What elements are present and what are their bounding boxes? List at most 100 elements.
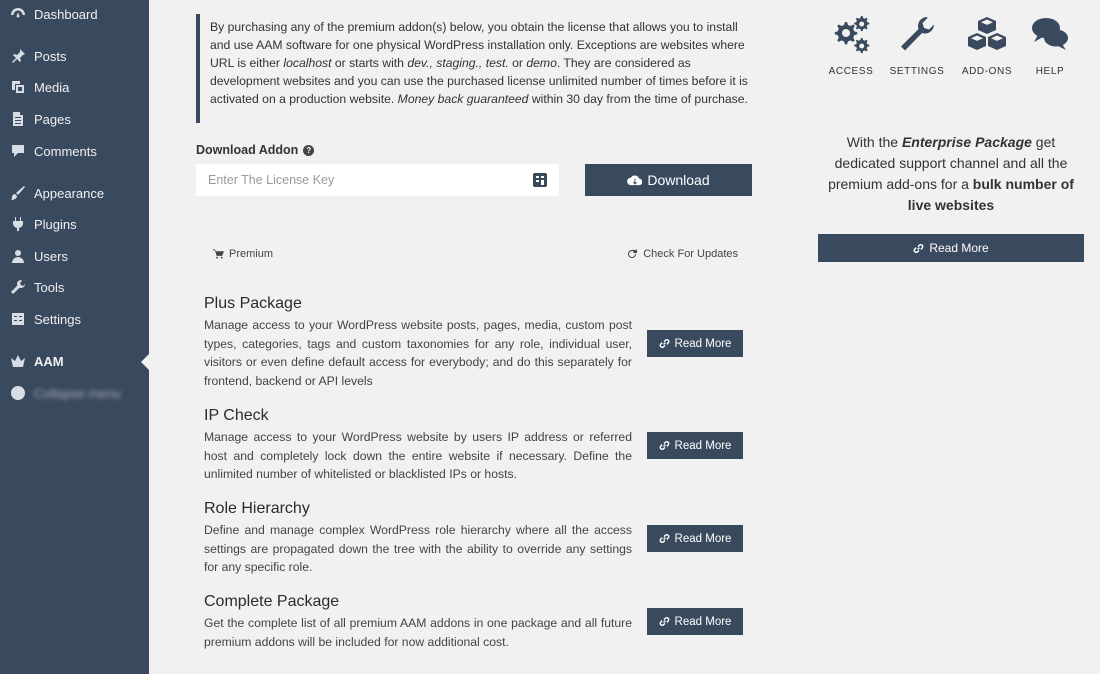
menu-item-label: Media xyxy=(34,79,70,95)
menu-item-plugins[interactable]: Plugins xyxy=(0,210,149,238)
nav-help-button[interactable]: HELP xyxy=(1020,14,1080,77)
cloud-download-icon xyxy=(627,175,643,185)
aam-icon xyxy=(8,353,28,369)
addon-tabs: Premium Check For Updates xyxy=(196,238,752,272)
notice-text: or xyxy=(508,56,527,70)
menu-item-comments[interactable]: Comments xyxy=(0,137,149,165)
read-more-button[interactable]: Read More xyxy=(647,432,743,459)
menu-item-label: Settings xyxy=(34,311,81,327)
menu-item-pages[interactable]: Pages xyxy=(0,105,149,133)
tab-premium[interactable]: Premium xyxy=(213,248,273,260)
link-icon xyxy=(659,617,669,626)
addon-plus-package: Plus Package Manage access to your WordP… xyxy=(204,294,744,392)
read-more-label: Read More xyxy=(674,532,732,545)
download-button-label: Download xyxy=(647,172,710,188)
cogs-icon xyxy=(834,16,870,54)
link-icon xyxy=(659,534,669,543)
download-addon-label: Download Addon ? xyxy=(196,143,315,157)
brush-icon xyxy=(8,185,28,201)
addon-title: Role Hierarchy xyxy=(204,500,310,517)
addon-description: Manage access to your WordPress website … xyxy=(204,318,632,388)
admin-sidebar: Dashboard Posts Media Pages Comments App… xyxy=(0,0,149,674)
tab-premium-label: Premium xyxy=(229,248,274,260)
menu-item-posts[interactable]: Posts xyxy=(0,42,149,70)
plug-icon xyxy=(8,216,28,232)
enterprise-read-more-button[interactable]: Read More xyxy=(818,234,1084,262)
link-icon xyxy=(913,243,924,253)
cubes-icon xyxy=(968,17,1006,50)
key-generator-icon[interactable] xyxy=(531,171,549,189)
nav-help-label: HELP xyxy=(1035,66,1065,77)
menu-item-appearance[interactable]: Appearance xyxy=(0,179,149,207)
check-updates-button[interactable]: Check For Updates xyxy=(627,248,738,260)
menu-item-label: AAM xyxy=(34,353,64,369)
promo-text: With the xyxy=(846,134,902,150)
menu-item-users[interactable]: Users xyxy=(0,242,149,270)
notice-localhost: localhost xyxy=(283,56,332,70)
enterprise-promo-text: With the Enterprise Package get dedicate… xyxy=(819,132,1083,216)
read-more-label: Read More xyxy=(674,439,732,452)
notice-text: or starts with xyxy=(331,56,408,70)
read-more-button[interactable]: Read More xyxy=(647,608,743,635)
promo-enterprise: Enterprise Package xyxy=(901,134,1032,150)
addon-title: Plus Package xyxy=(204,295,302,312)
nav-addons-label: ADD-ONS xyxy=(961,66,1013,77)
settings-icon xyxy=(8,311,28,327)
menu-item-media[interactable]: Media xyxy=(0,73,149,101)
read-more-label: Read More xyxy=(929,241,989,255)
collapse-icon xyxy=(8,385,28,401)
cart-icon xyxy=(213,249,224,259)
help-icon[interactable]: ? xyxy=(303,144,315,156)
users-icon xyxy=(8,248,28,264)
menu-item-label: Appearance xyxy=(34,185,105,201)
menu-item-label: Tools xyxy=(34,279,65,295)
nav-addons-button[interactable]: ADD-ONS xyxy=(957,14,1017,77)
link-icon xyxy=(659,441,669,450)
notice-text: within 30 day from the time of purchase. xyxy=(528,92,748,106)
menu-item-label: Pages xyxy=(34,111,71,127)
menu-item-aam[interactable]: AAM xyxy=(0,347,149,375)
menu-item-dashboard[interactable]: Dashboard xyxy=(0,0,149,28)
menu-item-settings[interactable]: Settings xyxy=(0,305,149,333)
addon-title: IP Check xyxy=(204,407,269,424)
menu-item-label: Plugins xyxy=(34,216,77,232)
menu-item-label: Posts xyxy=(34,48,67,64)
nav-access-label: ACCESS xyxy=(828,66,874,77)
wrench-icon xyxy=(901,16,934,51)
nav-settings-label: SETTINGS xyxy=(889,66,945,77)
current-menu-indicator xyxy=(141,354,149,370)
addon-ip-check: IP Check Manage access to your WordPress… xyxy=(204,406,744,486)
addon-complete-package: Complete Package Get the complete list o… xyxy=(204,592,744,654)
addon-role-hierarchy: Role Hierarchy Define and manage complex… xyxy=(204,499,744,579)
menu-item-label: Dashboard xyxy=(34,6,98,22)
read-more-label: Read More xyxy=(674,337,732,350)
dashboard-icon xyxy=(8,6,28,22)
check-updates-label: Check For Updates xyxy=(643,248,738,260)
wrench-icon xyxy=(8,279,28,295)
collapse-menu-button[interactable]: Collapse menu xyxy=(0,379,149,407)
notice-prefixes: dev., staging., test. xyxy=(407,56,509,70)
nav-settings-button[interactable]: SETTINGS xyxy=(887,14,947,77)
menu-item-label: Collapse menu xyxy=(34,385,121,401)
main-content: By purchasing any of the premium addon(s… xyxy=(149,0,1100,674)
chat-icon xyxy=(1032,18,1068,50)
menu-item-tools[interactable]: Tools xyxy=(0,273,149,301)
read-more-button[interactable]: Read More xyxy=(647,330,743,357)
link-icon xyxy=(659,339,669,348)
pin-icon xyxy=(8,48,28,64)
download-addon-title: Download Addon xyxy=(196,143,299,157)
read-more-button[interactable]: Read More xyxy=(647,525,743,552)
refresh-icon xyxy=(628,249,638,258)
addon-description: Define and manage complex WordPress role… xyxy=(204,523,632,574)
license-notice: By purchasing any of the premium addon(s… xyxy=(196,14,752,123)
menu-item-label: Users xyxy=(34,248,68,264)
addon-description: Get the complete list of all premium AAM… xyxy=(204,616,632,649)
nav-access-button[interactable]: ACCESS xyxy=(821,14,881,77)
read-more-label: Read More xyxy=(674,615,732,628)
pages-icon xyxy=(8,111,28,127)
download-button[interactable]: Download xyxy=(585,164,752,196)
notice-demo: demo xyxy=(526,56,557,70)
license-key-input[interactable] xyxy=(196,164,559,196)
addon-description: Manage access to your WordPress website … xyxy=(204,430,632,481)
comments-icon xyxy=(8,143,28,159)
